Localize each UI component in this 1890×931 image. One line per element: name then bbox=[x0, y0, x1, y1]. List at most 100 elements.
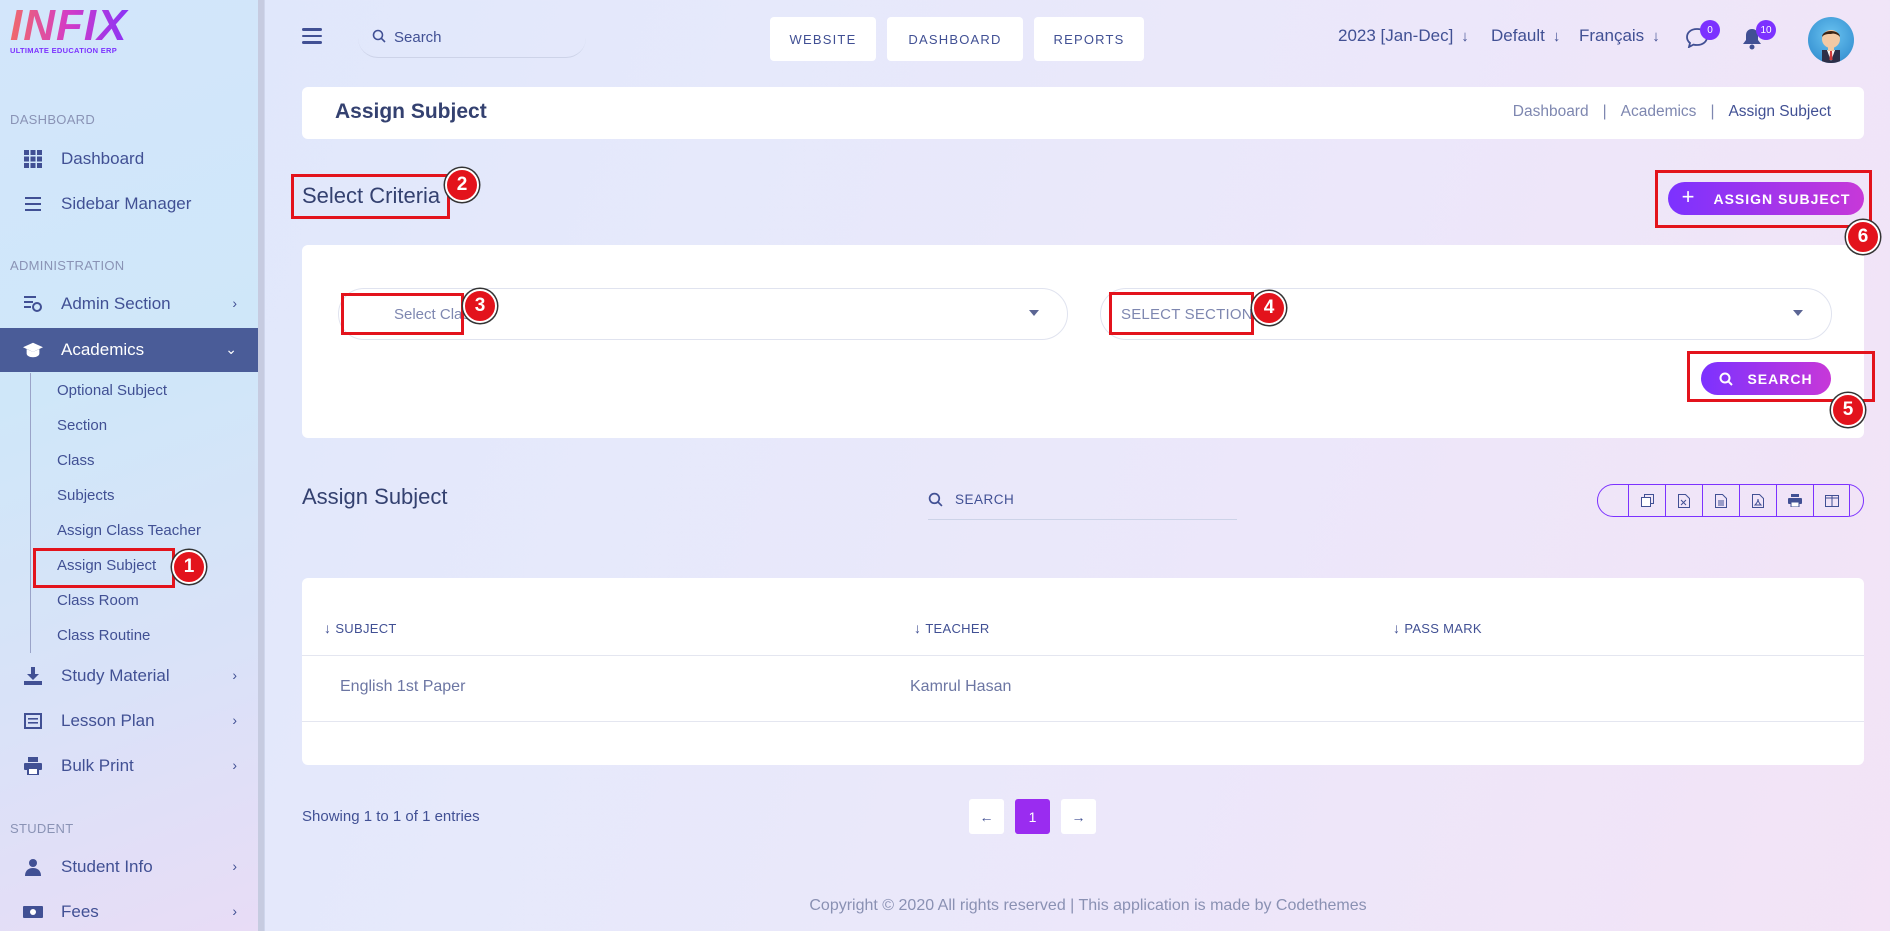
cell-subject: English 1st Paper bbox=[340, 678, 466, 695]
submenu-item-assign-class-teacher[interactable]: Assign Class Teacher bbox=[31, 513, 258, 548]
language-value: Français bbox=[1579, 26, 1645, 45]
theme-value: Default bbox=[1491, 26, 1545, 45]
cell-teacher: Kamrul Hasan bbox=[910, 678, 1012, 695]
printer-icon bbox=[1788, 494, 1802, 507]
export-pdf-button[interactable] bbox=[1739, 485, 1776, 516]
grid-icon bbox=[23, 149, 43, 169]
sidebar: INFIX ULTIMATE EDUCATION ERP DASHBOARD D… bbox=[0, 0, 265, 931]
column-header-subject[interactable]: ↓ SUBJECT bbox=[324, 620, 397, 636]
breadcrumb: Dashboard | Academics | Assign Subject bbox=[1513, 103, 1831, 121]
student-icon bbox=[23, 857, 43, 877]
logo-text: INFIX bbox=[10, 4, 140, 48]
print-button[interactable] bbox=[1776, 485, 1813, 516]
search-icon bbox=[928, 492, 943, 507]
sidebar-item-label: Admin Section bbox=[61, 294, 171, 313]
columns-icon bbox=[1824, 494, 1839, 507]
sidebar-scrollbar[interactable] bbox=[258, 0, 264, 931]
table-search-input[interactable]: SEARCH bbox=[928, 480, 1237, 520]
global-search-input[interactable]: Search bbox=[358, 18, 586, 58]
column-header-teacher[interactable]: ↓ TEACHER bbox=[914, 620, 990, 636]
arrow-down-icon: ↓ bbox=[1552, 27, 1561, 45]
sidebar-item-student-info[interactable]: Student Info › bbox=[0, 845, 259, 889]
annotation-number-6: 6 bbox=[1846, 220, 1880, 254]
submenu-item-optional-subject[interactable]: Optional Subject bbox=[31, 373, 258, 408]
bell-icon bbox=[1742, 29, 1762, 54]
submenu-item-class[interactable]: Class bbox=[31, 443, 258, 478]
column-header-pass-mark[interactable]: ↓ PASS MARK bbox=[1393, 620, 1482, 636]
arrow-down-icon: ↓ bbox=[1461, 27, 1469, 45]
theme-dropdown[interactable]: Default ↓ bbox=[1491, 26, 1560, 46]
sidebar-item-bulk-print[interactable]: Bulk Print › bbox=[0, 744, 259, 788]
row-divider bbox=[302, 721, 1864, 722]
breadcrumb-separator: | bbox=[1710, 103, 1715, 120]
pagination: ← 1 → bbox=[969, 799, 1107, 834]
annotation-box-3 bbox=[341, 293, 464, 335]
previous-page-button[interactable]: ← bbox=[969, 799, 1004, 834]
sidebar-item-lesson-plan[interactable]: Lesson Plan › bbox=[0, 699, 259, 743]
menu-lines-icon bbox=[23, 194, 43, 214]
chevron-right-icon: › bbox=[232, 858, 237, 874]
sidebar-item-study-material[interactable]: Study Material › bbox=[0, 654, 259, 698]
table-heading: Assign Subject bbox=[302, 484, 448, 509]
academics-submenu: Optional Subject Section Class Subjects … bbox=[30, 373, 258, 653]
csv-file-icon bbox=[1715, 493, 1727, 508]
pdf-file-icon bbox=[1752, 493, 1764, 508]
submenu-item-class-room[interactable]: Class Room bbox=[31, 583, 258, 618]
annotation-number-1: 1 bbox=[172, 550, 206, 584]
chevron-right-icon: › bbox=[232, 295, 237, 311]
sidebar-item-dashboard[interactable]: Dashboard bbox=[0, 137, 259, 181]
caret-down-icon bbox=[1029, 310, 1039, 316]
annotation-number-4: 4 bbox=[1252, 291, 1286, 325]
copy-button[interactable] bbox=[1628, 485, 1665, 516]
arrow-left-icon: ← bbox=[979, 808, 994, 825]
table-search-placeholder: SEARCH bbox=[955, 492, 1015, 507]
export-csv-button[interactable] bbox=[1702, 485, 1739, 516]
notifications-button[interactable]: 10 bbox=[1742, 20, 1776, 50]
notifications-count-badge: 10 bbox=[1756, 20, 1776, 40]
submenu-item-class-routine[interactable]: Class Routine bbox=[31, 618, 258, 653]
reports-button[interactable]: REPORTS bbox=[1034, 17, 1144, 61]
sidebar-item-academics[interactable]: Academics ⌄ bbox=[0, 328, 259, 372]
submenu-item-section[interactable]: Section bbox=[31, 408, 258, 443]
admin-settings-icon bbox=[23, 294, 43, 314]
breadcrumb-academics[interactable]: Academics bbox=[1621, 103, 1697, 121]
annotation-number-2: 2 bbox=[445, 168, 479, 202]
sidebar-section-dashboard: DASHBOARD bbox=[10, 112, 96, 127]
search-placeholder: Search bbox=[394, 29, 442, 46]
dashboard-button[interactable]: DASHBOARD bbox=[887, 17, 1023, 61]
sidebar-section-administration: ADMINISTRATION bbox=[10, 258, 125, 273]
website-button[interactable]: WEBSITE bbox=[770, 17, 876, 61]
graduation-cap-icon bbox=[23, 340, 43, 360]
sidebar-item-sidebar-manager[interactable]: Sidebar Manager bbox=[0, 182, 259, 226]
page-button-current[interactable]: 1 bbox=[1015, 799, 1050, 834]
chevron-right-icon: › bbox=[232, 667, 237, 683]
export-excel-button[interactable] bbox=[1665, 485, 1702, 516]
breadcrumb-dashboard[interactable]: Dashboard bbox=[1513, 103, 1589, 121]
messages-button[interactable]: 0 bbox=[1686, 20, 1720, 50]
annotation-box-4 bbox=[1109, 292, 1254, 335]
printer-icon bbox=[23, 756, 43, 776]
header-divider bbox=[302, 655, 1864, 656]
user-avatar[interactable] bbox=[1808, 17, 1854, 63]
subject-table: ↓ SUBJECT ↓ TEACHER ↓ PASS MARK English 1st… bbox=[302, 578, 1864, 765]
sort-arrow-icon: ↓ bbox=[914, 620, 922, 636]
page-header-card: Assign Subject Dashboard | Academics | A… bbox=[302, 87, 1864, 139]
page-title: Assign Subject bbox=[335, 100, 487, 123]
brand-logo[interactable]: INFIX ULTIMATE EDUCATION ERP bbox=[10, 4, 140, 58]
column-header-label: TEACHER bbox=[925, 620, 990, 636]
sidebar-item-admin-section[interactable]: Admin Section › bbox=[0, 282, 259, 326]
excel-file-icon bbox=[1678, 493, 1690, 508]
column-visibility-button[interactable] bbox=[1813, 485, 1850, 516]
export-toolbar bbox=[1597, 484, 1864, 517]
submenu-item-subjects[interactable]: Subjects bbox=[31, 478, 258, 513]
breadcrumb-separator: | bbox=[1602, 103, 1607, 120]
sidebar-section-student: STUDENT bbox=[10, 821, 74, 836]
sidebar-item-label: Dashboard bbox=[61, 149, 145, 168]
hamburger-menu-icon[interactable] bbox=[302, 28, 322, 44]
footer-copyright: Copyright © 2020 All rights reserved | T… bbox=[809, 897, 1367, 914]
session-dropdown[interactable]: 2023 [Jan-Dec] ↓ bbox=[1338, 26, 1469, 46]
annotation-number-5: 5 bbox=[1831, 393, 1865, 427]
language-dropdown[interactable]: Français ↓ bbox=[1579, 26, 1660, 46]
next-page-button[interactable]: → bbox=[1061, 799, 1096, 834]
list-board-icon bbox=[23, 711, 43, 731]
